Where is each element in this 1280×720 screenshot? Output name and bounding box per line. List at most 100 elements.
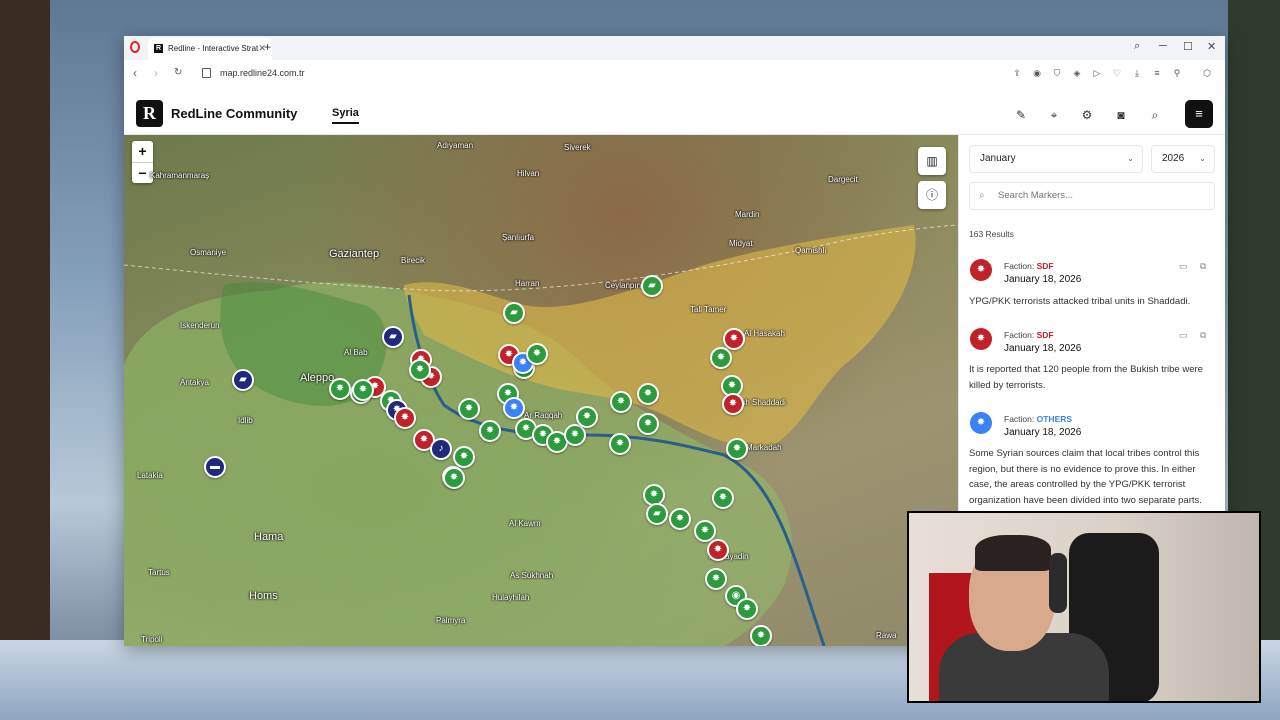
city-label: Tartus [148,568,170,577]
year-select[interactable]: 2026 ⌄ [1151,145,1215,173]
truck-marker[interactable]: ▰ [232,369,254,391]
profile-icon[interactable]: ⚲ [1172,68,1182,78]
external-link-icon[interactable]: ⧉ [1200,330,1206,341]
video-icon[interactable]: ▭ [1179,330,1188,341]
clash-marker[interactable]: ✸ [705,568,727,590]
city-label: Hilvan [517,169,540,178]
tab-strip: R Redline - Interactive Strat ✕ + ⌕ ─ ☐ … [124,36,1225,60]
reload-icon[interactable]: ↻ [174,67,182,78]
item-text: Some Syrian sources claim that local tri… [969,448,1202,506]
draw-tool-icon[interactable]: ✎ [1014,108,1028,122]
clash-marker[interactable]: ✸ [329,378,351,400]
vpn-icon[interactable]: ◈ [1072,68,1082,78]
faction-line: Faction: SDF [1004,261,1054,271]
info-icon[interactable]: ⓘ [918,181,946,209]
map-layers-icon[interactable]: ▥ [918,147,946,175]
clash-marker[interactable]: ✸ [637,383,659,405]
menu-list-icon[interactable]: ≡ [1152,68,1162,78]
city-label: Gaziantep [329,248,380,260]
city-label: Dargecit [828,175,858,184]
tab-syria[interactable]: Syria [332,107,359,124]
item-text: YPG/PKK terrorists attacked tribal units… [969,296,1191,307]
microphone-marker[interactable]: ♪ [430,438,452,460]
share-icon[interactable]: ⇪ [1012,68,1022,78]
clash-marker[interactable]: ✸ [409,359,431,381]
city-label: Tall Tamer [690,305,727,314]
month-select[interactable]: January ⌄ [969,145,1143,173]
item-text: It is reported that 120 people from the … [969,364,1203,391]
truck-marker[interactable]: ▰ [641,275,663,297]
webcam-overlay [907,511,1261,703]
headset-icon [1049,553,1067,613]
download-icon[interactable]: ⤓ [1132,68,1142,78]
clash-marker[interactable]: ✸ [637,413,659,435]
sdf-clash-marker[interactable]: ✸ [394,407,416,429]
faction-line: Faction: SDF [1004,330,1054,340]
clash-marker[interactable]: ✸ [352,379,374,401]
location-pin-icon[interactable]: ⌖ [1047,108,1061,122]
city-label: Siverek [564,143,591,152]
clash-marker[interactable]: ✸ [609,433,631,455]
clash-marker[interactable]: ✸ [710,347,732,369]
sdf-clash-marker[interactable]: ✸ [722,393,744,415]
interactive-map[interactable]: + − ▥ ⓘ Adıyaman Kahramanmaraş Gaziantep… [124,135,958,646]
search-tabs-icon[interactable]: ⌕ [1134,40,1140,53]
clash-marker[interactable]: ✸ [610,391,632,413]
maximize-icon[interactable]: ☐ [1183,40,1193,53]
play-icon[interactable]: ▷ [1092,68,1102,78]
camera-icon[interactable]: ◙ [1114,108,1128,122]
clash-marker[interactable]: ✸ [458,398,480,420]
sdf-clash-marker[interactable]: ✸ [723,328,745,350]
sdf-clash-marker[interactable]: ✸ [707,539,729,561]
clash-marker[interactable]: ✸ [726,438,748,460]
year-value: 2026 [1162,153,1185,164]
clash-marker[interactable]: ✸ [479,420,501,442]
city-label: Al Hasakah [744,329,785,338]
truck-marker[interactable]: ▰ [503,302,525,324]
city-label: Markadah [746,443,782,452]
forward-icon[interactable]: › [154,66,158,80]
back-icon[interactable]: ‹ [133,66,137,80]
brand-title[interactable]: RedLine Community [171,106,297,121]
opera-logo-icon[interactable] [130,41,140,53]
truck-marker[interactable]: ▰ [382,326,404,348]
extensions-icon[interactable]: ⬡ [1202,68,1212,78]
city-label: Hama [254,531,284,543]
clash-marker[interactable]: ✸ [694,520,716,542]
redline-favicon-icon: R [154,44,163,53]
city-label: Antakya [180,378,209,387]
url-field[interactable]: map.redline24.com.tr [220,68,305,78]
search-input[interactable] [996,189,1210,202]
heart-icon[interactable]: ♡ [1112,68,1122,78]
browser-tab[interactable]: R Redline - Interactive Strat ✕ [148,38,272,60]
search-icon[interactable]: ⌕ [1148,108,1162,122]
city-label: Şanlıurfa [502,233,535,242]
truck-marker[interactable]: ▰ [646,503,668,525]
hamburger-menu-icon[interactable]: ≡ [1185,100,1213,128]
clash-marker[interactable]: ✸ [712,487,734,509]
search-markers[interactable]: ⌕ [969,182,1215,210]
clash-marker[interactable]: ✸ [576,406,598,428]
redline-logo[interactable]: R [136,100,163,127]
zoom-in-button[interactable]: + [132,141,153,163]
shield-icon[interactable]: ⛉ [1052,68,1062,78]
new-tab-button[interactable]: + [264,40,271,54]
external-link-icon[interactable]: ⧉ [1200,261,1206,272]
minimize-icon[interactable]: ─ [1159,40,1167,52]
city-label: Hulayhilah [492,593,530,602]
clash-marker[interactable]: ✸ [526,343,548,365]
clash-marker[interactable]: ✸ [669,508,691,530]
close-window-icon[interactable]: ✕ [1207,40,1216,53]
others-marker[interactable]: ✸ [503,397,525,419]
video-icon[interactable]: ▭ [1179,261,1188,272]
city-label: Kahramanmaraş [150,171,210,180]
clash-marker[interactable]: ✸ [750,625,772,646]
clash-marker[interactable]: ✸ [736,598,758,620]
city-label: Idlib [238,416,253,425]
camera-snapshot-icon[interactable]: ◉ [1032,68,1042,78]
tank-marker[interactable]: ▬ [204,456,226,478]
clash-marker[interactable]: ✸ [453,446,475,468]
settings-gear-icon[interactable]: ⚙ [1080,108,1094,122]
city-label: As Sukhnah [510,571,554,580]
clash-marker[interactable]: ✸ [443,467,465,489]
